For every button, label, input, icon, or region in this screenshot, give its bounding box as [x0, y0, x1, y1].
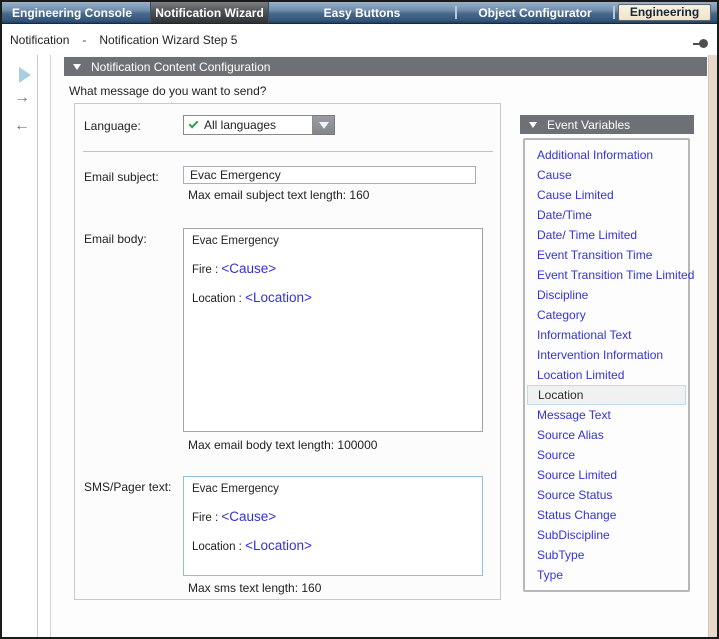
message-line — [192, 496, 474, 510]
message-text: Location : — [192, 541, 245, 553]
arrow-right-icon[interactable]: → — [14, 91, 30, 105]
event-variable-link[interactable]: Status Change — [525, 505, 688, 525]
event-variable-link[interactable]: Date/ Time Limited — [525, 225, 688, 245]
pin-dot — [699, 39, 708, 48]
sms-box[interactable]: Evac Emergency Fire : <Cause> Location :… — [183, 476, 483, 576]
sms-hint: Max sms text length: 160 — [188, 581, 321, 595]
message-line: Fire : <Cause> — [192, 510, 474, 525]
variable-token: <Location> — [245, 290, 312, 305]
message-line — [192, 525, 474, 539]
collapse-triangle-icon — [529, 122, 537, 128]
event-variable-link[interactable]: Event Transition Time Limited — [525, 265, 688, 285]
breadcrumb: Notification - Notification Wizard Step … — [2, 25, 717, 55]
pin-icon[interactable] — [692, 39, 708, 48]
event-variable-link[interactable]: Discipline — [525, 285, 688, 305]
message-line: Evac Emergency — [192, 234, 474, 248]
section-title: Notification Content Configuration — [91, 60, 270, 74]
event-variable-link[interactable]: Location Limited — [525, 365, 688, 385]
message-line: Location : <Location> — [192, 539, 474, 554]
event-variable-link[interactable]: Informational Text — [525, 325, 688, 345]
event-variable-link[interactable]: SubDiscipline — [525, 525, 688, 545]
email-subject-label: Email subject: — [84, 170, 159, 184]
language-label: Language: — [84, 119, 141, 133]
wizard-nav-sidebar: → ← — [2, 55, 38, 637]
check-icon — [189, 119, 199, 129]
event-variable-link[interactable]: Date/Time — [525, 205, 688, 225]
page-title: Notification Wizard Step 5 — [99, 33, 237, 47]
event-variables-list: Additional InformationCauseCause Limited… — [523, 138, 690, 592]
message-text: Fire : — [192, 264, 221, 276]
email-subject-hint: Max email subject text length: 160 — [188, 188, 369, 202]
message-text: Evac Emergency — [192, 483, 279, 495]
language-dropdown-value[interactable]: All languages — [183, 115, 313, 135]
message-text: Location : — [192, 293, 245, 305]
email-body-label: Email body: — [84, 232, 147, 246]
arrow-left-icon[interactable]: ← — [14, 119, 30, 133]
event-variable-link[interactable]: Additional Information — [525, 145, 688, 165]
variable-token: <Cause> — [221, 261, 276, 276]
tab-object-configurator[interactable]: Object Configurator — [457, 2, 613, 23]
event-variable-link[interactable]: Source Alias — [525, 425, 688, 445]
email-subject-input[interactable] — [183, 166, 476, 184]
engineering-mode-button[interactable]: Engineering — [618, 4, 711, 21]
language-dropdown[interactable]: All languages — [183, 115, 335, 135]
email-body-box[interactable]: Evac Emergency Fire : <Cause> Location :… — [183, 228, 483, 432]
collapse-triangle-icon — [73, 64, 81, 70]
message-line: Fire : <Cause> — [192, 262, 474, 277]
event-variable-link[interactable]: Cause — [525, 165, 688, 185]
event-variable-link[interactable]: Type — [525, 565, 688, 585]
wizard-content-panel: Notification Content Configuration What … — [50, 55, 709, 637]
variable-token: <Location> — [245, 538, 312, 553]
event-variable-link[interactable]: Message Text — [525, 405, 688, 425]
tab-easy-buttons[interactable]: Easy Buttons — [269, 2, 455, 23]
event-variable-link[interactable]: Intervention Information — [525, 345, 688, 365]
event-variable-link[interactable]: Source Status — [525, 485, 688, 505]
tab-engineering-console[interactable]: Engineering Console — [2, 2, 150, 23]
event-variable-link[interactable]: Source Limited — [525, 465, 688, 485]
sms-label: SMS/Pager text: — [84, 480, 171, 494]
event-variables-title: Event Variables — [547, 118, 630, 132]
event-variable-link[interactable]: Source — [525, 445, 688, 465]
message-line — [192, 248, 474, 262]
chevron-down-icon — [319, 122, 329, 129]
event-variable-link[interactable]: Category — [525, 305, 688, 325]
breadcrumb-separator: - — [82, 33, 86, 47]
event-variable-link[interactable]: Event Transition Time — [525, 245, 688, 265]
wizard-question: What message do you want to send? — [69, 84, 266, 98]
event-variables-header[interactable]: Event Variables — [520, 115, 694, 134]
collapsed-panel-strip[interactable] — [708, 55, 717, 637]
top-tab-bar: Engineering Console Notification Wizard … — [2, 2, 717, 24]
form-divider — [83, 151, 493, 152]
language-dropdown-button[interactable] — [313, 115, 335, 135]
section-header[interactable]: Notification Content Configuration — [64, 57, 707, 76]
body-area: → ← Notification Content Configuration W… — [2, 55, 717, 637]
message-line — [192, 277, 474, 291]
event-variable-link[interactable]: Cause Limited — [525, 185, 688, 205]
tab-notification-wizard[interactable]: Notification Wizard — [150, 2, 269, 23]
event-variable-link[interactable]: SubType — [525, 545, 688, 565]
application-window: Engineering Console Notification Wizard … — [0, 0, 719, 639]
message-text: Fire : — [192, 512, 221, 524]
language-selected: All languages — [204, 118, 276, 132]
play-icon[interactable] — [19, 67, 31, 83]
variable-token: <Cause> — [221, 509, 276, 524]
message-form: Language: All languages Email subject: M… — [74, 103, 501, 600]
message-line: Evac Emergency — [192, 482, 474, 496]
event-variable-link[interactable]: Location — [527, 385, 686, 405]
email-body-hint: Max email body text length: 100000 — [188, 438, 377, 452]
breadcrumb-root[interactable]: Notification — [10, 33, 69, 47]
message-line: Location : <Location> — [192, 291, 474, 306]
message-text: Evac Emergency — [192, 235, 279, 247]
